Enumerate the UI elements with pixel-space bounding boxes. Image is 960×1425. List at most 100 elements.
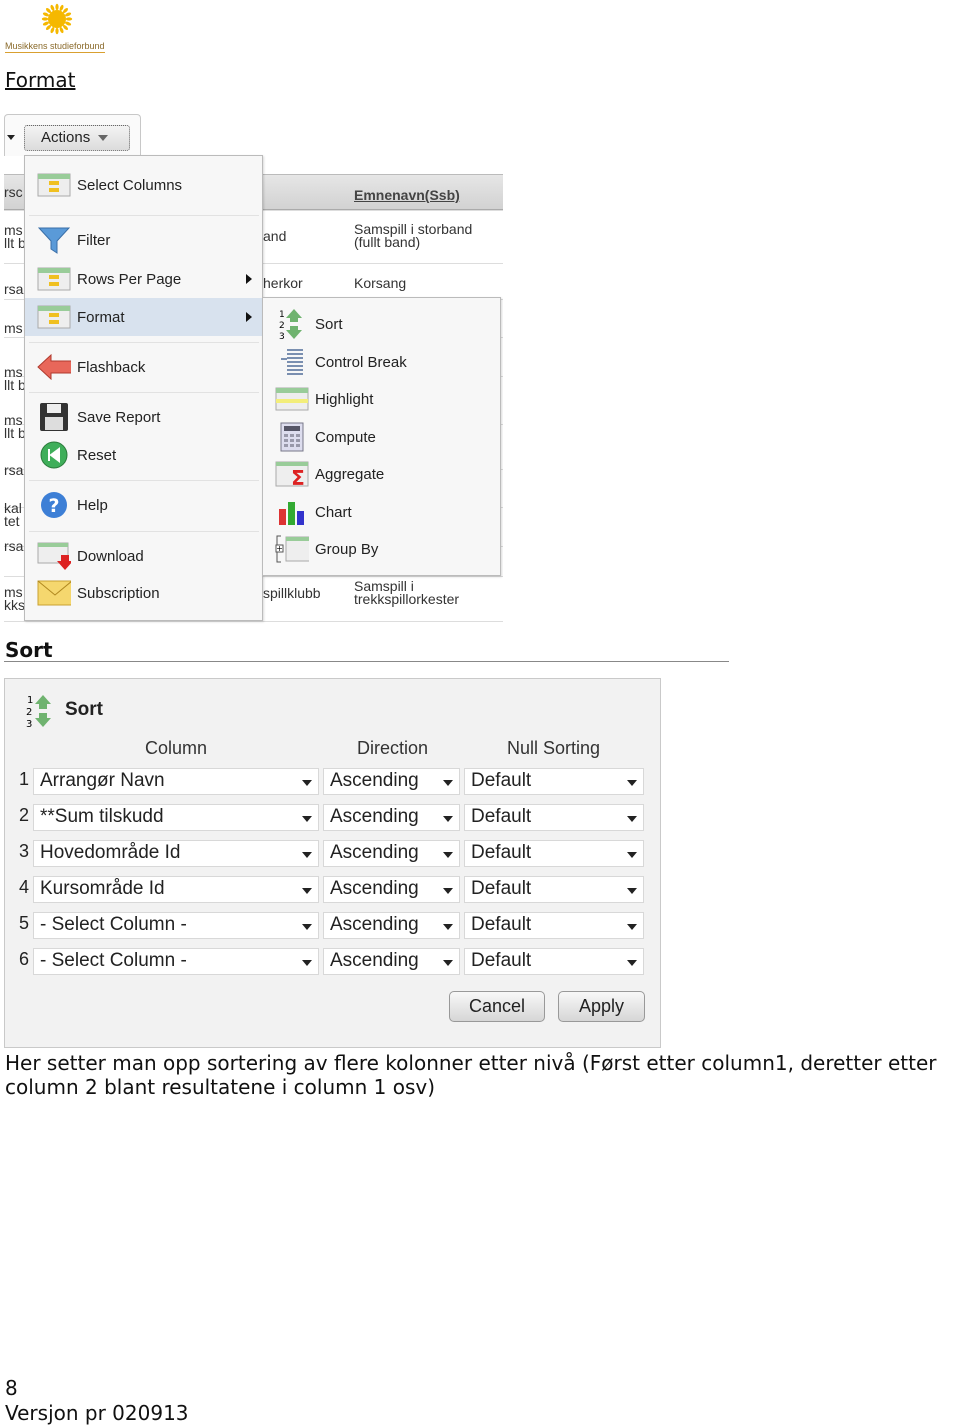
sort-section-heading: Sort	[5, 638, 53, 662]
sigma-icon: Σ	[275, 460, 309, 488]
direction-select-value: Ascending	[330, 914, 419, 935]
table-cell: Korsang	[354, 275, 407, 291]
column-select[interactable]: Arrangør Navn	[33, 768, 319, 795]
menu-item-select-columns[interactable]: Select Columns	[25, 166, 262, 204]
menu-item-sort[interactable]: 1 2 3 Sort	[263, 305, 500, 343]
menu-separator	[29, 215, 259, 216]
null-sorting-select[interactable]: Default	[464, 912, 644, 939]
menu-item-label: Sort	[315, 315, 343, 333]
divider	[4, 661, 729, 662]
null-sorting-select[interactable]: Default	[464, 876, 644, 903]
table-cell-fragment: kal tet	[4, 502, 22, 528]
menu-item-filter[interactable]: Filter	[25, 221, 262, 259]
svg-text:3: 3	[279, 332, 285, 340]
svg-text:3: 3	[26, 719, 32, 729]
menu-item-rows-per-page[interactable]: Rows Per Page	[25, 260, 262, 298]
actions-tab: Actions	[4, 114, 141, 156]
svg-text:1: 1	[27, 695, 33, 706]
direction-select[interactable]: Ascending	[323, 948, 460, 975]
chevron-down-icon	[443, 816, 453, 822]
table-cell-fragment: ms llt b	[4, 414, 24, 440]
column-select[interactable]: - Select Column -	[33, 948, 319, 975]
chevron-right-icon	[246, 274, 252, 284]
direction-select[interactable]: Ascending	[323, 768, 460, 795]
menu-item-flashback[interactable]: Flashback	[25, 348, 262, 386]
column-select[interactable]: **Sum tilskudd	[33, 804, 319, 831]
chevron-down-icon	[627, 888, 637, 894]
menu-item-help[interactable]: ? Help	[25, 486, 262, 524]
menu-item-label: Download	[77, 547, 144, 565]
actions-menu: Select Columns Filter Rows Per Page Format F…	[24, 155, 263, 621]
column-select[interactable]: Kursområde Id	[33, 876, 319, 903]
logo-sun-icon	[41, 3, 73, 35]
direction-select-value: Ascending	[330, 770, 419, 791]
sort-icon: 123	[275, 309, 309, 340]
floppy-disk-icon	[37, 403, 71, 431]
dialog-title: Sort	[65, 699, 103, 720]
menu-item-subscription[interactable]: Subscription	[25, 574, 262, 612]
menu-item-aggregate[interactable]: Σ Aggregate	[263, 455, 500, 493]
menu-item-reset[interactable]: Reset	[25, 436, 262, 474]
menu-item-label: Help	[77, 496, 108, 514]
format-heading-link[interactable]: Format	[5, 68, 75, 92]
select-columns-icon	[37, 171, 71, 199]
direction-select[interactable]: Ascending	[323, 804, 460, 831]
null-sorting-header: Null Sorting	[507, 738, 601, 758]
chevron-down-icon	[443, 924, 453, 930]
null-sorting-select[interactable]: Default	[464, 840, 644, 867]
null-sorting-select-value: Default	[471, 770, 532, 791]
menu-item-label: Aggregate	[315, 465, 385, 483]
menu-separator	[29, 392, 259, 393]
column-select-value: **Sum tilskudd	[40, 806, 164, 827]
row-number: 2	[19, 805, 30, 825]
download-icon	[37, 542, 71, 570]
direction-select[interactable]: Ascending	[323, 912, 460, 939]
apply-button[interactable]: Apply	[558, 991, 645, 1022]
menu-item-save-report[interactable]: Save Report	[25, 398, 262, 436]
chevron-down-icon	[443, 960, 453, 966]
menu-item-chart[interactable]: Chart	[263, 493, 500, 531]
cancel-button[interactable]: Cancel	[449, 991, 545, 1022]
dropdown-caret-icon	[7, 135, 15, 140]
actions-label: Actions	[41, 129, 91, 146]
null-sorting-select-value: Default	[471, 914, 532, 935]
table-cell-fragment: ms kks	[4, 586, 24, 612]
table-cell: Samspill i storband (fullt band)	[354, 221, 473, 250]
chevron-down-icon	[443, 852, 453, 858]
chevron-down-icon	[627, 816, 637, 822]
menu-item-highlight[interactable]: Highlight	[263, 380, 500, 418]
column-select-value: Hovedområde Id	[40, 842, 181, 863]
flashback-arrow-icon	[37, 353, 71, 381]
null-sorting-select[interactable]: Default	[464, 804, 644, 831]
menu-item-compute[interactable]: Compute	[263, 418, 500, 456]
column-select[interactable]: Hovedområde Id	[33, 840, 319, 867]
chevron-down-icon	[627, 852, 637, 858]
null-sorting-select-value: Default	[471, 950, 532, 971]
page-number: 8	[5, 1376, 18, 1400]
actions-button[interactable]: Actions	[24, 125, 130, 151]
direction-select[interactable]: Ascending	[323, 840, 460, 867]
menu-item-label: Control Break	[315, 353, 407, 371]
direction-select[interactable]: Ascending	[323, 876, 460, 903]
menu-item-group-by[interactable]: + Group By	[263, 530, 500, 568]
direction-select-value: Ascending	[330, 842, 419, 863]
menu-item-label: Compute	[315, 428, 376, 446]
menu-item-control-break[interactable]: Control Break	[263, 343, 500, 381]
menu-item-label: Reset	[77, 446, 117, 464]
chevron-down-icon	[302, 780, 312, 786]
menu-item-format[interactable]: Format	[25, 298, 262, 336]
menu-separator	[29, 480, 259, 481]
sort-icon: 123	[26, 695, 51, 729]
direction-select-value: Ascending	[330, 878, 419, 899]
table-cell-fragment: and	[263, 228, 287, 244]
sort-dialog: 123 Sort Column Direction Null Sorting C…	[4, 678, 661, 1048]
table-cell-fragment: ms llt b	[4, 224, 24, 250]
null-sorting-select[interactable]: Default	[464, 768, 644, 795]
null-sorting-select[interactable]: Default	[464, 948, 644, 975]
column-header-emnenavn[interactable]: Emnenavn(Ssb)	[354, 187, 460, 203]
row-number: 1	[19, 769, 30, 789]
column-select[interactable]: - Select Column -	[33, 912, 319, 939]
row-number: 5	[19, 913, 30, 933]
group-by-icon: +	[275, 535, 309, 563]
menu-item-download[interactable]: Download	[25, 537, 262, 575]
